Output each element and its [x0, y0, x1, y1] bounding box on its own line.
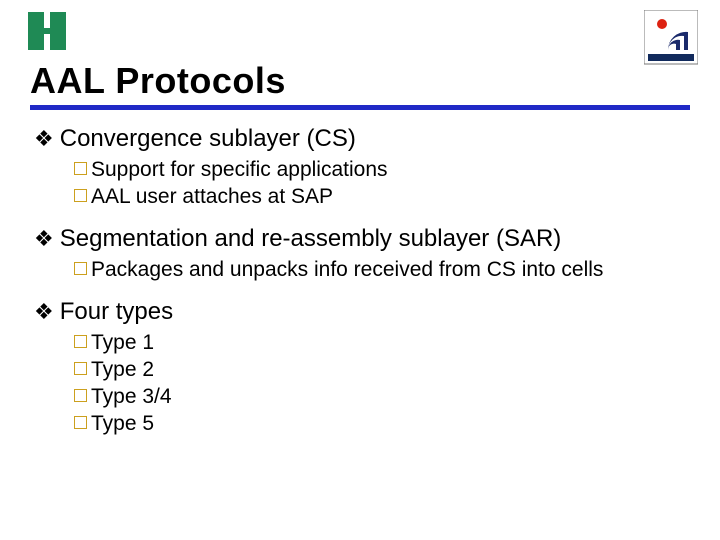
bullet-level2: AAL user attaches at SAP — [74, 183, 690, 210]
logo-left — [28, 12, 68, 57]
level2-text: Packages and unpacks info received from … — [91, 256, 603, 283]
ornament-bullet-icon: ❖ — [34, 224, 54, 254]
square-bullet-icon — [74, 416, 87, 429]
slide-title: AAL Protocols — [30, 60, 690, 102]
level2-text: AAL user attaches at SAP — [91, 183, 333, 210]
square-bullet-icon — [74, 389, 87, 402]
bullet-level1: ❖ Four types — [34, 297, 690, 327]
slide: AAL Protocols ❖ Convergence sublayer (CS… — [0, 0, 720, 540]
level2-text: Type 2 — [91, 356, 154, 383]
bullet-level1: ❖ Convergence sublayer (CS) — [34, 124, 690, 154]
content: ❖ Convergence sublayer (CS) Support for … — [30, 124, 690, 437]
sub-list: Support for specific applications AAL us… — [74, 156, 690, 210]
square-bullet-icon — [74, 162, 87, 175]
level2-text: Type 1 — [91, 329, 154, 356]
level2-text: Type 5 — [91, 410, 154, 437]
level1-text: Convergence sublayer (CS) — [60, 124, 356, 154]
logo-right — [644, 10, 698, 75]
level2-text: Type 3/4 — [91, 383, 172, 410]
level1-text: Four types — [60, 297, 173, 327]
bullet-level2: Type 2 — [74, 356, 690, 383]
title-block: AAL Protocols — [30, 60, 690, 110]
square-bullet-icon — [74, 189, 87, 202]
sub-list: Packages and unpacks info received from … — [74, 256, 690, 283]
ornament-bullet-icon: ❖ — [34, 297, 54, 327]
level1-text: Segmentation and re-assembly sublayer (S… — [60, 224, 562, 254]
level2-text: Support for specific applications — [91, 156, 388, 183]
square-bullet-icon — [74, 262, 87, 275]
bullet-level1: ❖ Segmentation and re-assembly sublayer … — [34, 224, 690, 254]
bullet-level2: Type 1 — [74, 329, 690, 356]
title-underline — [30, 105, 690, 110]
sub-list: Type 1 Type 2 Type 3/4 Type 5 — [74, 329, 690, 437]
bullet-level2: Packages and unpacks info received from … — [74, 256, 690, 283]
bullet-level2: Type 3/4 — [74, 383, 690, 410]
bullet-level2: Support for specific applications — [74, 156, 690, 183]
square-bullet-icon — [74, 362, 87, 375]
square-bullet-icon — [74, 335, 87, 348]
bullet-level2: Type 5 — [74, 410, 690, 437]
ornament-bullet-icon: ❖ — [34, 124, 54, 154]
